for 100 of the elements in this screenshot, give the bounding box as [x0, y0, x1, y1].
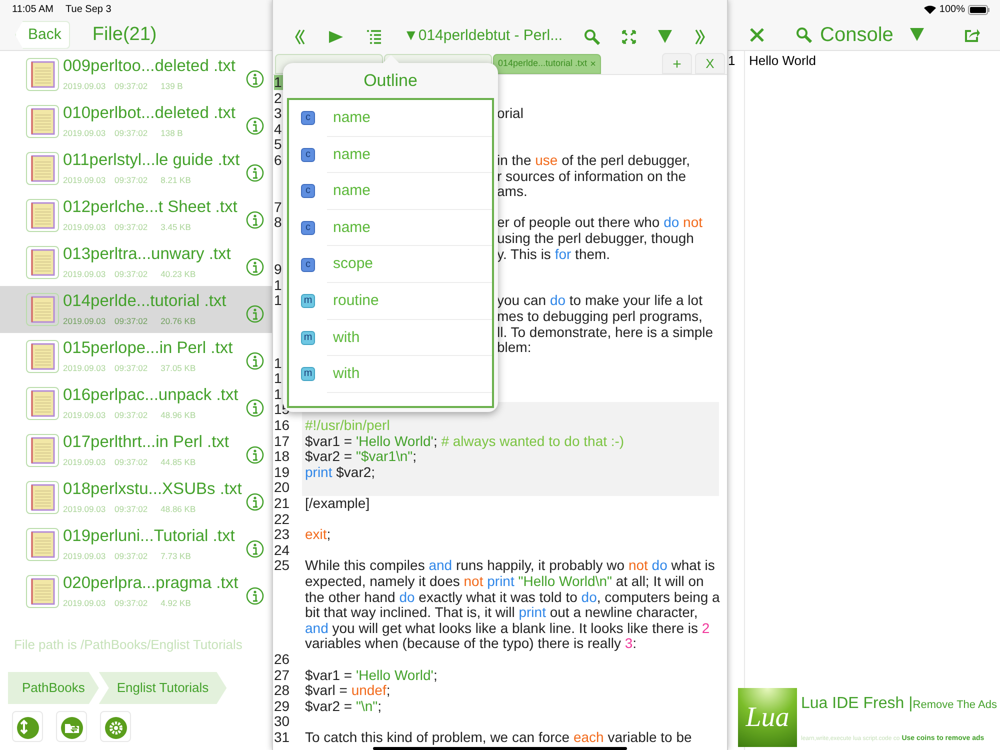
- line-number: 2: [274, 90, 282, 106]
- outline-item[interactable]: m with: [289, 320, 492, 356]
- file-date: 2019.09.03: [63, 221, 106, 234]
- code-line: bit that way inclined. That is, it will print out a newline character,: [305, 604, 698, 620]
- outline-item[interactable]: c name: [289, 173, 492, 210]
- info-icon[interactable]: [246, 70, 264, 88]
- line-number: 21: [274, 495, 290, 512]
- file-path-label: File path is /PathBooks/Englist Tutorials: [14, 637, 242, 652]
- code-line: expected, namely it does not print "Hello World\n" at all; It will on: [305, 573, 704, 589]
- line-number: 17: [274, 432, 290, 449]
- code-line: #!/usr/bin/perl: [305, 417, 390, 434]
- dropdown-triangle-icon[interactable]: [658, 30, 672, 43]
- type-badge: c: [301, 148, 315, 162]
- panel-title: Console: [820, 22, 894, 48]
- line-number: 6: [274, 152, 282, 168]
- info-icon[interactable]: [246, 492, 264, 510]
- line-number: 28: [274, 682, 290, 698]
- settings-button[interactable]: [100, 711, 131, 742]
- tab-close-button[interactable]: ×: [590, 56, 596, 72]
- file-date: 2019.09.03: [63, 315, 106, 328]
- tab[interactable]: 014perlde...tutorial .txt ×: [493, 54, 601, 74]
- info-icon[interactable]: [246, 398, 264, 416]
- outline-item[interactable]: c name: [289, 136, 492, 174]
- text-file-icon: [26, 293, 59, 326]
- settings-icon: [102, 714, 128, 738]
- code-line: blem:: [497, 339, 532, 356]
- sort-button[interactable]: [12, 711, 43, 742]
- file-name: 011perlstyl...le guide .txt: [63, 150, 241, 170]
- type-badge: c: [301, 184, 315, 198]
- code-line: ams.: [497, 183, 528, 200]
- remove-ads-link[interactable]: Remove The Ads: [912, 697, 997, 714]
- info-icon[interactable]: [246, 586, 264, 604]
- open-folder-button[interactable]: [56, 711, 87, 742]
- info-icon[interactable]: [246, 540, 264, 558]
- file-size: 48.86 KB: [160, 503, 196, 516]
- code-line: exit;: [305, 526, 331, 542]
- text-file-icon: [26, 528, 59, 561]
- file-title-dropdown[interactable]: ▼014perldebtut - Perl...: [404, 25, 563, 48]
- info-icon[interactable]: [246, 304, 264, 322]
- add-tab-button[interactable]: +: [662, 53, 692, 74]
- info-icon[interactable]: [246, 210, 264, 228]
- close-all-tabs-button[interactable]: X: [695, 53, 725, 74]
- code-line: mes to debugging perl programs,: [497, 308, 702, 324]
- close-icon[interactable]: [750, 28, 764, 42]
- file-time: 09:37:02: [114, 409, 148, 422]
- battery-icon: [968, 4, 990, 15]
- line-number: 1: [274, 292, 282, 308]
- file-name: 012perlche...t Sheet .txt: [63, 197, 238, 218]
- code-line: in the use of the perl debugger,: [497, 152, 690, 168]
- dropdown-triangle-icon[interactable]: [910, 28, 924, 42]
- file-date: 2019.09.03: [63, 362, 106, 375]
- play-icon[interactable]: [328, 30, 344, 44]
- code-line: orial: [497, 105, 524, 122]
- file-name: 020perlpra...pragma .txt: [63, 573, 240, 594]
- breadcrumb[interactable]: PathBooks: [8, 672, 99, 704]
- file-size: 40.23 KB: [160, 268, 196, 281]
- outline-item[interactable]: c name: [289, 100, 492, 137]
- text-file-icon: [26, 105, 59, 138]
- code-line: While this compiles and runs happily, it probably wo not do what is: [305, 557, 715, 574]
- file-row[interactable]: 014perlde...tutorial .txt 2019.09.03 09:37:02 20.76 KB: [0, 286, 272, 333]
- line-number: 24: [274, 542, 290, 558]
- line-number: 23: [274, 526, 290, 542]
- status-time: 11:05 AM: [12, 3, 54, 18]
- code-line: r sources of information on the: [497, 168, 686, 184]
- outline-item[interactable]: c name: [289, 210, 492, 246]
- info-icon[interactable]: [246, 258, 264, 276]
- file-size: 138 B: [160, 127, 183, 140]
- text-file-icon: [26, 58, 59, 91]
- info-icon[interactable]: [246, 446, 264, 464]
- ad-title: Lua IDE Fresh |: [801, 694, 913, 714]
- info-icon[interactable]: [246, 116, 264, 134]
- code-line: and you will get what looks like a blank line. It looks like there is 2: [305, 620, 710, 636]
- line-number: 26: [274, 650, 290, 667]
- line-number: 4: [274, 120, 282, 137]
- file-time: 09:37:02: [114, 550, 148, 563]
- info-icon[interactable]: [246, 164, 264, 182]
- breadcrumb[interactable]: Englist Tutorials: [98, 672, 227, 704]
- search-icon[interactable]: [584, 28, 600, 44]
- outline-icon[interactable]: [366, 30, 382, 44]
- line-number: 18: [274, 448, 290, 464]
- status-date: Tue Sep 3: [66, 3, 112, 18]
- search-icon[interactable]: [796, 26, 812, 43]
- code-line: er of people out there who do not: [497, 214, 702, 230]
- panel-title: File(21): [92, 22, 157, 47]
- file-time: 09:37:02: [114, 456, 148, 469]
- file-time: 09:37:02: [114, 315, 148, 328]
- file-date: 2019.09.03: [63, 268, 106, 281]
- type-badge: m: [301, 367, 315, 382]
- info-icon[interactable]: [246, 352, 264, 370]
- double-right-chevron-icon[interactable]: [694, 28, 706, 44]
- file-size: 48.96 KB: [160, 409, 196, 422]
- fullscreen-icon[interactable]: [622, 30, 636, 44]
- back-button[interactable]: Back: [15, 20, 70, 49]
- outline-item[interactable]: c scope: [289, 246, 492, 283]
- outline-item[interactable]: m routine: [289, 282, 492, 320]
- outline-item[interactable]: m with: [289, 356, 492, 393]
- double-left-chevron-icon[interactable]: [294, 28, 306, 44]
- code-line: To catch this kind of problem, we can force each variable to be: [305, 728, 692, 745]
- file-time: 09:37:02: [114, 80, 148, 93]
- share-icon[interactable]: [965, 28, 980, 42]
